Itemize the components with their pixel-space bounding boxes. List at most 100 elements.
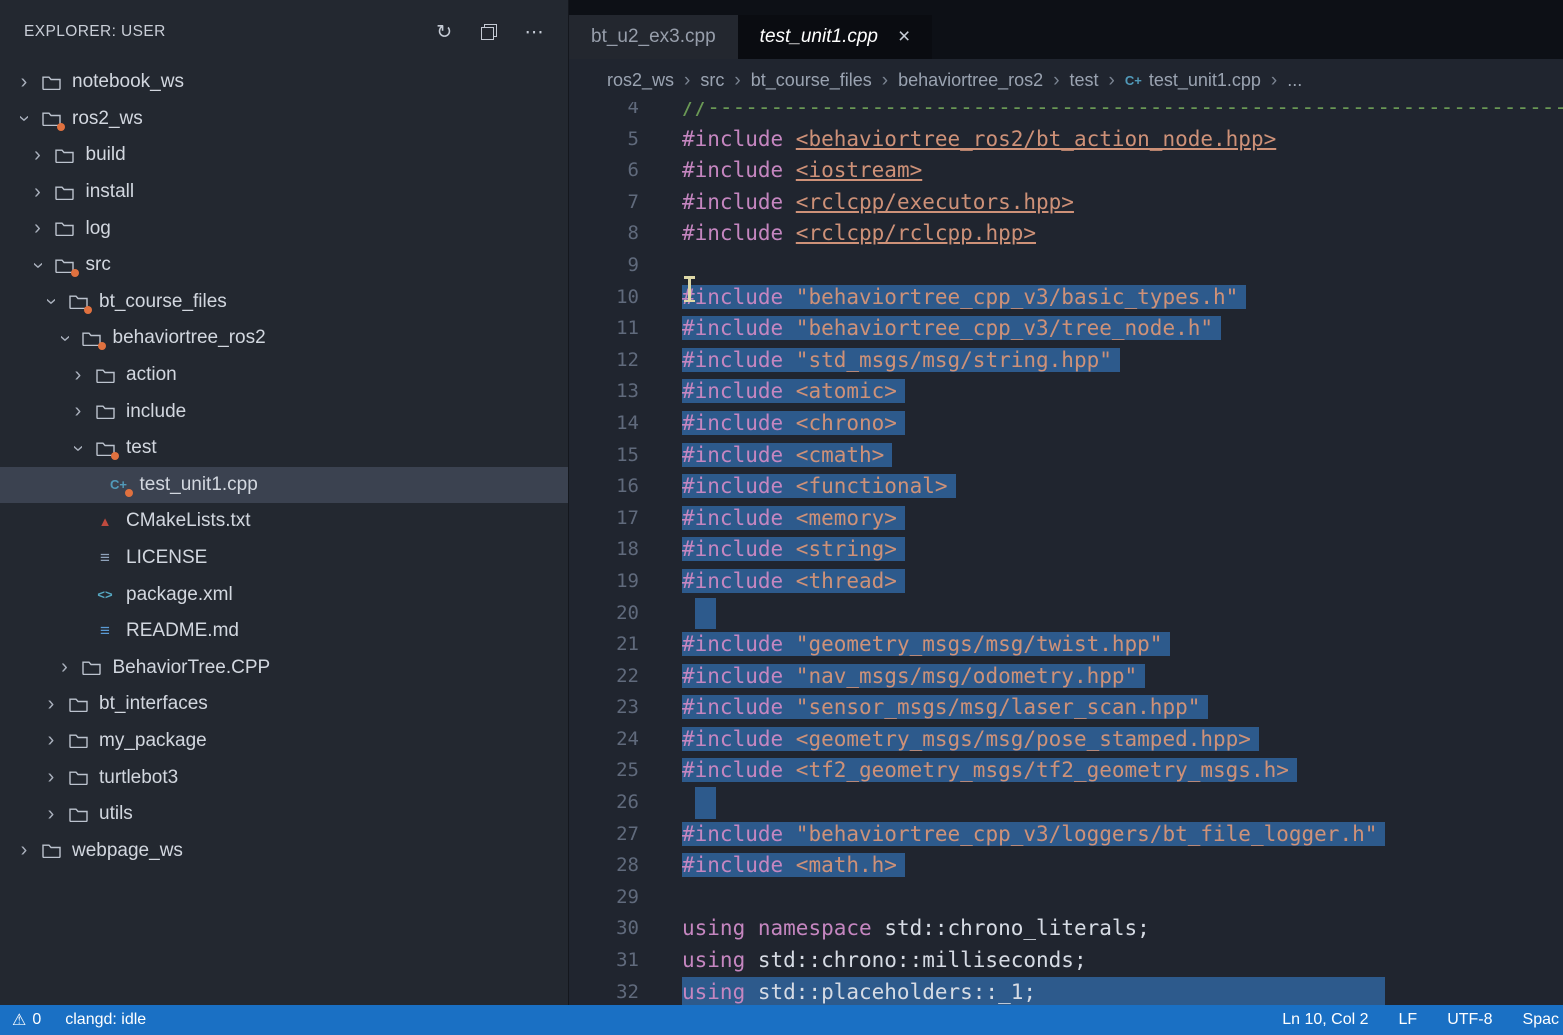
chevron-right-icon[interactable]: ›: [28, 217, 48, 240]
code-line-32[interactable]: 32using std::placeholders::_1;: [569, 977, 1563, 1005]
tree-item-turtlebot3[interactable]: ›turtlebot3: [0, 759, 568, 796]
code-line-13[interactable]: 13#include <atomic>: [569, 376, 1563, 408]
chevron-right-icon[interactable]: ›: [41, 803, 61, 826]
code-line-29[interactable]: 29: [569, 882, 1563, 914]
chevron-right-icon[interactable]: ›: [28, 181, 48, 204]
chevron-right-icon[interactable]: ›: [41, 766, 61, 789]
chevron-down-icon[interactable]: ›: [53, 328, 76, 348]
encoding-indicator[interactable]: UTF-8: [1447, 1011, 1492, 1029]
line-number[interactable]: 7: [569, 187, 639, 219]
code-line-20[interactable]: 20: [569, 598, 1563, 630]
line-number[interactable]: 32: [569, 977, 639, 1005]
close-icon[interactable]: ×: [898, 25, 910, 49]
tree-item-test[interactable]: ›test: [0, 430, 568, 467]
code-line-16[interactable]: 16#include <functional>: [569, 471, 1563, 503]
chevron-down-icon[interactable]: ›: [67, 438, 90, 458]
cursor-position[interactable]: Ln 10, Col 2: [1282, 1011, 1368, 1029]
line-number[interactable]: 6: [569, 155, 639, 187]
tree-item-build[interactable]: ›build: [0, 137, 568, 174]
breadcrumb-item-behaviortree_ros2[interactable]: behaviortree_ros2: [898, 70, 1043, 91]
refresh-icon[interactable]: ↻: [436, 21, 452, 44]
code-line-30[interactable]: 30using namespace std::chrono_literals;: [569, 913, 1563, 945]
code-line-27[interactable]: 27#include "behaviortree_cpp_v3/loggers/…: [569, 819, 1563, 851]
tab-test_unit1.cpp[interactable]: test_unit1.cpp×: [738, 15, 933, 59]
breadcrumb-item-bt_course_files[interactable]: bt_course_files: [751, 70, 872, 91]
code-line-28[interactable]: 28#include <math.h>: [569, 850, 1563, 882]
line-number[interactable]: 18: [569, 534, 639, 566]
line-number[interactable]: 19: [569, 566, 639, 598]
code-line-8[interactable]: 8#include <rclcpp/rclcpp.hpp>: [569, 218, 1563, 250]
tree-item-ros2_ws[interactable]: ›ros2_ws: [0, 101, 568, 138]
code-line-22[interactable]: 22#include "nav_msgs/msg/odometry.hpp": [569, 661, 1563, 693]
tree-item-utils[interactable]: ›utils: [0, 796, 568, 833]
code-line-5[interactable]: 5#include <behaviortree_ros2/bt_action_n…: [569, 124, 1563, 156]
line-number[interactable]: 11: [569, 313, 639, 345]
tree-item-LICENSE[interactable]: ≡LICENSE: [0, 540, 568, 577]
chevron-right-icon[interactable]: ›: [41, 729, 61, 752]
tree-item-include[interactable]: ›include: [0, 393, 568, 430]
tree-item-test_unit1.cpp[interactable]: C+test_unit1.cpp: [0, 467, 568, 504]
line-number[interactable]: 20: [569, 598, 639, 630]
chevron-right-icon[interactable]: ›: [14, 71, 34, 94]
tree-item-package.xml[interactable]: <>package.xml: [0, 576, 568, 613]
breadcrumb-item-ros2_ws[interactable]: ros2_ws: [607, 70, 674, 91]
chevron-down-icon[interactable]: ›: [13, 109, 36, 129]
code-line-7[interactable]: 7#include <rclcpp/executors.hpp>: [569, 187, 1563, 219]
code-line-14[interactable]: 14#include <chrono>: [569, 408, 1563, 440]
tree-item-webpage_ws[interactable]: ›webpage_ws: [0, 832, 568, 869]
line-number[interactable]: 12: [569, 345, 639, 377]
line-number[interactable]: 22: [569, 661, 639, 693]
collapse-folders-icon[interactable]: [481, 21, 497, 44]
line-number[interactable]: 23: [569, 692, 639, 724]
line-number[interactable]: 9: [569, 250, 639, 282]
code-line-24[interactable]: 24#include <geometry_msgs/msg/pose_stamp…: [569, 724, 1563, 756]
code-line-21[interactable]: 21#include "geometry_msgs/msg/twist.hpp": [569, 629, 1563, 661]
line-number[interactable]: 25: [569, 755, 639, 787]
tree-item-bt_course_files[interactable]: ›bt_course_files: [0, 284, 568, 321]
tree-item-behaviortree_ros2[interactable]: ›behaviortree_ros2: [0, 320, 568, 357]
breadcrumb-item-...[interactable]: ...: [1287, 70, 1302, 91]
code-line-26[interactable]: 26: [569, 787, 1563, 819]
tree-item-README.md[interactable]: ≡README.md: [0, 613, 568, 650]
tree-item-BehaviorTree.CPP[interactable]: ›BehaviorTree.CPP: [0, 650, 568, 687]
line-number[interactable]: 10: [569, 282, 639, 314]
code-line-9[interactable]: 9: [569, 250, 1563, 282]
code-editor[interactable]: 4//-------------------------------------…: [569, 102, 1563, 1005]
line-number[interactable]: 31: [569, 945, 639, 977]
chevron-down-icon[interactable]: ›: [40, 292, 63, 312]
line-number[interactable]: 17: [569, 503, 639, 535]
chevron-right-icon[interactable]: ›: [28, 144, 48, 167]
code-line-4[interactable]: 4//-------------------------------------…: [569, 102, 1563, 124]
problems-indicator[interactable]: ⚠0: [12, 1010, 41, 1030]
line-number[interactable]: 14: [569, 408, 639, 440]
chevron-right-icon[interactable]: ›: [14, 839, 34, 862]
line-number[interactable]: 26: [569, 787, 639, 819]
chevron-right-icon[interactable]: ›: [55, 656, 75, 679]
chevron-right-icon[interactable]: ›: [41, 693, 61, 716]
code-line-19[interactable]: 19#include <thread>: [569, 566, 1563, 598]
line-number[interactable]: 5: [569, 124, 639, 156]
code-line-23[interactable]: 23#include "sensor_msgs/msg/laser_scan.h…: [569, 692, 1563, 724]
tree-item-CMakeLists.txt[interactable]: ▲CMakeLists.txt: [0, 503, 568, 540]
line-number[interactable]: 21: [569, 629, 639, 661]
line-number[interactable]: 16: [569, 471, 639, 503]
tree-item-install[interactable]: ›install: [0, 174, 568, 211]
tree-item-src[interactable]: ›src: [0, 247, 568, 284]
line-number[interactable]: 24: [569, 724, 639, 756]
code-line-31[interactable]: 31using std::chrono::milliseconds;: [569, 945, 1563, 977]
code-line-12[interactable]: 12#include "std_msgs/msg/string.hpp": [569, 345, 1563, 377]
code-line-15[interactable]: 15#include <cmath>: [569, 440, 1563, 472]
eol-indicator[interactable]: LF: [1399, 1011, 1418, 1029]
chevron-right-icon[interactable]: ›: [68, 364, 88, 387]
tree-item-action[interactable]: ›action: [0, 357, 568, 394]
line-number[interactable]: 28: [569, 850, 639, 882]
breadcrumb-item-test[interactable]: test: [1070, 70, 1099, 91]
breadcrumb-item-test_unit1.cpp[interactable]: C+test_unit1.cpp: [1125, 70, 1261, 91]
tab-bt_u2_ex3.cpp[interactable]: bt_u2_ex3.cpp: [569, 15, 738, 59]
code-line-18[interactable]: 18#include <string>: [569, 534, 1563, 566]
line-number[interactable]: 30: [569, 913, 639, 945]
code-line-11[interactable]: 11#include "behaviortree_cpp_v3/tree_nod…: [569, 313, 1563, 345]
line-number[interactable]: 15: [569, 440, 639, 472]
breadcrumb-item-src[interactable]: src: [700, 70, 724, 91]
tree-item-notebook_ws[interactable]: ›notebook_ws: [0, 64, 568, 101]
